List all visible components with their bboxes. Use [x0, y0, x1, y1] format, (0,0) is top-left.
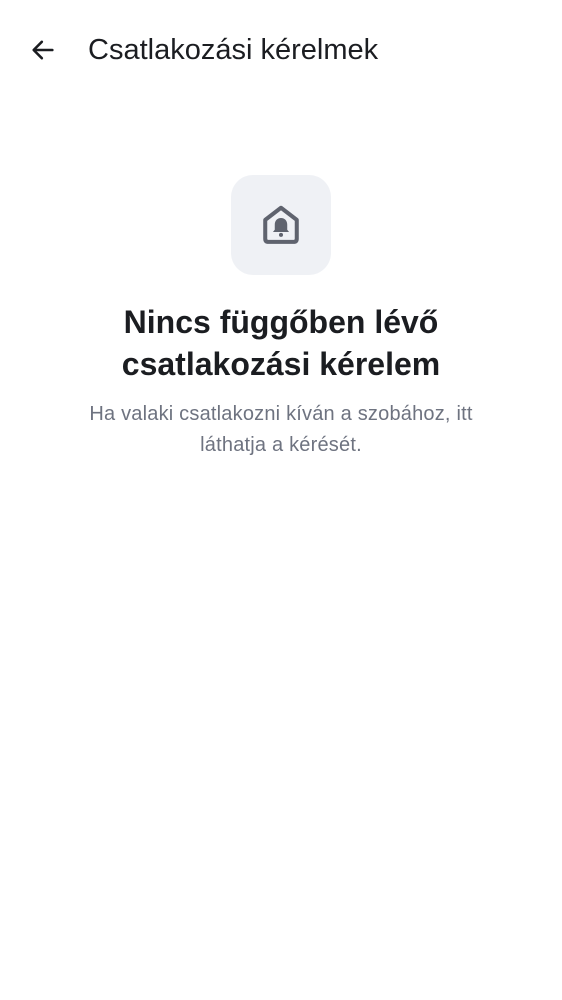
home-bell-icon [263, 205, 299, 244]
app-bar: Csatlakozási kérelmek [0, 0, 562, 100]
empty-state-subtitle: Ha valaki csatlakozni kíván a szobához, … [89, 403, 473, 456]
empty-state: Nincs függőben lévő csatlakozási kérelem… [0, 175, 562, 461]
page-title: Csatlakozási kérelmek [88, 34, 379, 66]
back-button[interactable] [18, 25, 68, 75]
empty-state-icon-tile [231, 175, 331, 275]
empty-state-title: Nincs függőben lévő csatlakozási kérelem [121, 304, 441, 382]
arrow-left-icon [32, 40, 54, 60]
